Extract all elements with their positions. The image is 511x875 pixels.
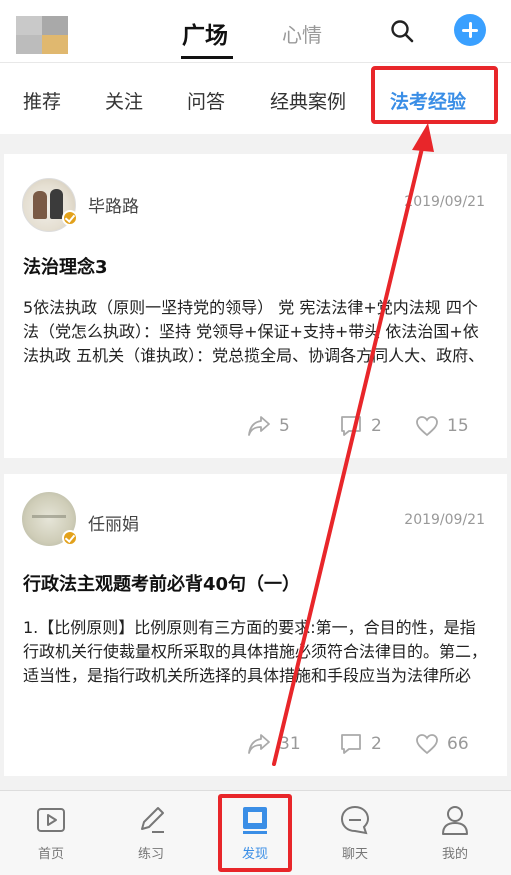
tab-label: 我的 — [441, 847, 468, 862]
like-button[interactable]: 66 — [415, 732, 469, 756]
tab-label: 聊天 — [341, 847, 368, 862]
heart-icon — [416, 416, 438, 437]
comment-icon — [341, 734, 361, 754]
post-actions: 5 2 15 — [247, 414, 507, 438]
tab-mine[interactable]: 我的 — [425, 803, 485, 862]
like-count: 66 — [447, 734, 469, 754]
category-recommend[interactable]: 推荐 — [23, 87, 61, 114]
add-post-icon[interactable] — [454, 14, 486, 46]
post-date: 2019/09/21 — [404, 512, 485, 528]
chat-icon — [340, 805, 370, 835]
profile-icon — [442, 806, 468, 835]
category-classic-cases[interactable]: 经典案例 — [270, 87, 346, 114]
category-follow[interactable]: 关注 — [105, 87, 143, 114]
author-name[interactable]: 毕路路 — [88, 192, 139, 217]
post-card[interactable]: 毕路路 2019/09/21 法治理念3 5依法执政（原则一坚持党的领导） 党 … — [4, 154, 507, 458]
active-tab-underline — [181, 56, 233, 59]
like-button[interactable]: 15 — [415, 414, 469, 438]
post-date: 2019/09/21 — [404, 194, 485, 210]
share-button[interactable]: 31 — [247, 732, 301, 756]
comment-button[interactable]: 2 — [339, 732, 382, 756]
like-count: 15 — [447, 416, 469, 436]
author-name[interactable]: 任丽娟 — [88, 510, 139, 535]
user-avatar[interactable] — [16, 16, 68, 54]
tab-practice[interactable]: 练习 — [121, 803, 181, 862]
top-bar: 广场 心情 — [0, 0, 511, 62]
tab-label: 首页 — [37, 847, 64, 862]
tab-plaza[interactable]: 广场 — [182, 16, 228, 50]
share-count: 5 — [279, 416, 290, 436]
post-body[interactable]: 5依法执政（原则一坚持党的领导） 党 宪法法律+党内法规 四个法（党怎么执政）：… — [23, 296, 489, 368]
pencil-icon — [141, 807, 164, 833]
comment-icon — [341, 416, 361, 436]
post-card[interactable]: 任丽娟 2019/09/21 行政法主观题考前必背40句（一） 1.【比例原则】… — [4, 474, 507, 776]
home-icon — [37, 808, 65, 832]
category-qa[interactable]: 问答 — [187, 87, 225, 114]
post-title[interactable]: 行政法主观题考前必背40句（一） — [23, 570, 300, 596]
post-body[interactable]: 1.【比例原则】比例原则有三方面的要求:第一，合目的性，是指行政机关行使裁量权所… — [23, 616, 489, 688]
verified-badge-icon — [62, 530, 78, 546]
annotation-highlight-discover — [218, 794, 292, 872]
tab-chat[interactable]: 聊天 — [325, 803, 385, 862]
post-title[interactable]: 法治理念3 — [23, 253, 108, 279]
tab-home[interactable]: 首页 — [21, 803, 81, 862]
heart-icon — [416, 734, 438, 755]
tab-mood[interactable]: 心情 — [282, 19, 322, 48]
share-icon — [248, 734, 270, 754]
comment-count: 2 — [371, 734, 382, 754]
search-icon[interactable] — [390, 19, 414, 43]
comment-count: 2 — [371, 416, 382, 436]
share-count: 31 — [279, 734, 301, 754]
tab-label: 练习 — [137, 847, 164, 862]
verified-badge-icon — [62, 210, 78, 226]
post-actions: 31 2 66 — [247, 732, 507, 756]
comment-button[interactable]: 2 — [339, 414, 382, 438]
share-icon — [248, 416, 270, 436]
annotation-highlight-category — [371, 66, 498, 124]
share-button[interactable]: 5 — [247, 414, 290, 438]
